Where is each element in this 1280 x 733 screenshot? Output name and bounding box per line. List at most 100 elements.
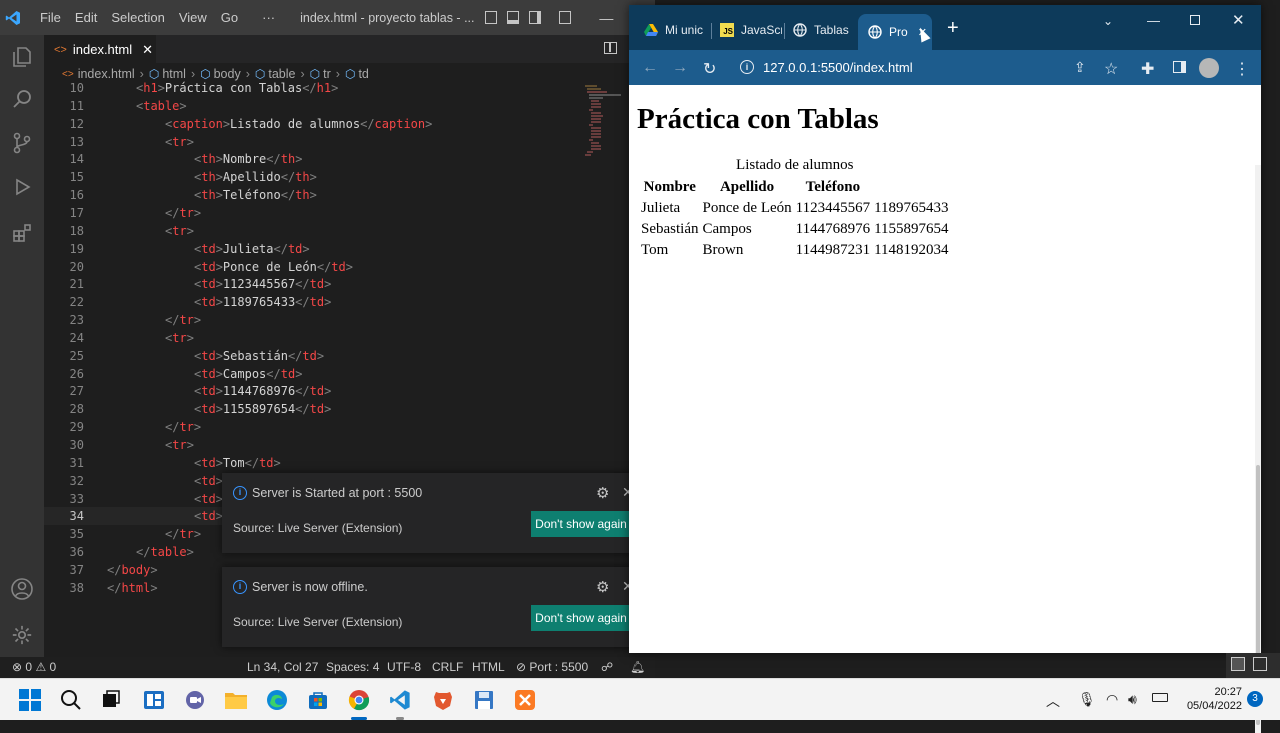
encoding[interactable]: UTF-8 (387, 660, 421, 674)
live-server-port[interactable]: ⊘ Port : 5500 (516, 660, 588, 674)
search-icon[interactable] (58, 687, 84, 713)
volume-icon[interactable]: 🔊︎ (1128, 691, 1137, 708)
site-info-icon[interactable]: i (740, 60, 754, 74)
toggle-panel-icon[interactable] (506, 11, 519, 24)
menu-go[interactable]: Go (214, 10, 245, 25)
problems-indicator[interactable]: ⊗ 0 ⚠ 0 (12, 660, 56, 674)
minimize-icon[interactable]: — (599, 10, 613, 26)
bookmark-star-icon[interactable]: ☆ (1104, 59, 1118, 79)
battery-icon[interactable] (1152, 693, 1168, 702)
windows-start-icon[interactable] (17, 687, 43, 713)
tab-tablas[interactable]: Tablas (793, 17, 853, 43)
language-mode[interactable]: HTML (472, 660, 505, 674)
code-line[interactable]: 18 <tr> (44, 222, 655, 240)
page-scrollbar[interactable] (1255, 165, 1261, 733)
menu-file[interactable]: File (33, 10, 68, 25)
vscode-taskbar-icon[interactable] (387, 687, 413, 720)
microphone-icon[interactable]: 🎙︎ (1078, 691, 1096, 708)
code-line[interactable]: 26 <td>Campos</td> (44, 365, 655, 383)
explorer-icon[interactable] (0, 35, 44, 79)
code-line[interactable]: 30 <tr> (44, 436, 655, 454)
code-line[interactable]: 14 <th>Nombre</th> (44, 150, 655, 168)
teams-chat-icon[interactable] (182, 687, 208, 713)
show-hidden-icons-chevron-icon[interactable]: ︿ (1046, 691, 1060, 711)
panel-toggle-icon[interactable] (1253, 657, 1267, 671)
split-editor-icon[interactable] (604, 42, 617, 54)
customize-layout-icon[interactable] (559, 11, 572, 24)
tab-index-html[interactable]: <> index.html ✕ (44, 35, 156, 63)
code-line[interactable]: 13 <tr> (44, 133, 655, 151)
layout-toggle-icon[interactable] (1231, 657, 1245, 671)
extensions-puzzle-icon[interactable]: ✚ (1141, 59, 1154, 79)
edge-browser-icon[interactable] (264, 687, 290, 713)
end-of-line[interactable]: CRLF (432, 660, 463, 674)
widgets-icon[interactable] (141, 687, 167, 713)
breadcrumb-item-td[interactable]: ⬡ td (345, 67, 369, 81)
menu-selection[interactable]: Selection (104, 10, 171, 25)
wifi-icon[interactable]: ◠ (1106, 691, 1118, 708)
forward-arrow-icon[interactable]: → (672, 59, 688, 77)
menu-view[interactable]: View (172, 10, 214, 25)
side-panel-icon[interactable] (1173, 61, 1186, 73)
code-line[interactable]: 31 <td>Tom</td> (44, 454, 655, 472)
microsoft-store-icon[interactable] (305, 687, 331, 713)
code-line[interactable]: 10 <h1>Práctica con Tablas</h1> (44, 80, 655, 97)
tab-javascript[interactable]: JS JavaScr (720, 17, 782, 43)
dont-show-again-button[interactable]: Don't show again (531, 605, 631, 631)
chrome-close-icon[interactable]: ✕ (1232, 11, 1245, 29)
system-clock[interactable]: 20:27 05/04/2022 (1178, 685, 1242, 713)
brave-lion-icon[interactable] (430, 687, 456, 713)
notification-settings-gear-icon[interactable]: ⚙ (596, 578, 609, 596)
feedback-icon[interactable]: ☍ (601, 660, 613, 674)
code-line[interactable]: 19 <td>Julieta</td> (44, 240, 655, 258)
code-line[interactable]: 22 <td>1189765433</td> (44, 293, 655, 311)
save-disk-icon[interactable] (471, 687, 497, 713)
tab-mi-unidad[interactable]: Mi unic (644, 17, 718, 43)
tab-search-chevron-icon[interactable]: ⌄ (1103, 14, 1113, 28)
notification-count-badge[interactable]: 3 (1247, 691, 1263, 707)
chrome-maximize-icon[interactable] (1190, 15, 1200, 25)
minimap[interactable] (583, 83, 623, 163)
code-line[interactable]: 20 <td>Ponce de León</td> (44, 258, 655, 276)
code-line[interactable]: 21 <td>1123445567</td> (44, 275, 655, 293)
code-line[interactable]: 15 <th>Apellido</th> (44, 168, 655, 186)
new-tab-button[interactable]: + (947, 17, 959, 40)
chrome-minimize-icon[interactable]: — (1147, 13, 1160, 28)
menu-more[interactable]: ··· (255, 10, 282, 25)
run-debug-icon[interactable] (0, 165, 44, 209)
reload-icon[interactable]: ↻ (703, 59, 716, 79)
search-icon[interactable] (0, 77, 44, 121)
notifications-bell-icon[interactable]: 🔔︎ (630, 660, 645, 674)
toggle-sidebar-icon[interactable] (484, 11, 497, 24)
code-line[interactable]: 24 <tr> (44, 329, 655, 347)
breadcrumb-item-table[interactable]: ⬡ table (255, 67, 296, 81)
code-line[interactable]: 23 </tr> (44, 311, 655, 329)
extensions-icon[interactable] (0, 211, 44, 255)
task-view-icon[interactable] (98, 687, 124, 713)
code-line[interactable]: 28 <td>1155897654</td> (44, 400, 655, 418)
tab-close-icon[interactable]: ✕ (142, 42, 153, 58)
code-line[interactable]: 29 </tr> (44, 418, 655, 436)
cursor-position[interactable]: Ln 34, Col 27 (247, 660, 318, 674)
chrome-icon[interactable] (346, 687, 372, 720)
file-explorer-icon[interactable] (223, 687, 249, 713)
breadcrumb-item-file[interactable]: <> index.html (62, 67, 135, 81)
breadcrumb-item-body[interactable]: ⬡ body (200, 67, 241, 81)
chrome-menu-icon[interactable]: ⋮ (1234, 59, 1250, 79)
share-icon[interactable]: ⇪ (1074, 59, 1086, 76)
breadcrumb-item-html[interactable]: ⬡ html (149, 67, 186, 81)
code-line[interactable]: 17 </tr> (44, 204, 655, 222)
dont-show-again-button[interactable]: Don't show again (531, 511, 631, 537)
accounts-icon[interactable] (0, 567, 44, 611)
source-control-icon[interactable] (0, 121, 44, 165)
code-line[interactable]: 11 <table> (44, 97, 655, 115)
menu-edit[interactable]: Edit (68, 10, 104, 25)
profile-avatar[interactable] (1199, 58, 1219, 78)
xampp-icon[interactable] (512, 687, 538, 713)
code-line[interactable]: 25 <td>Sebastián</td> (44, 347, 655, 365)
address-bar[interactable]: 127.0.0.1:5500/index.html (763, 60, 913, 75)
notification-settings-gear-icon[interactable]: ⚙ (596, 484, 609, 502)
back-arrow-icon[interactable]: ← (642, 59, 658, 77)
code-line[interactable]: 27 <td>1144768976</td> (44, 382, 655, 400)
manage-gear-icon[interactable] (0, 613, 44, 657)
